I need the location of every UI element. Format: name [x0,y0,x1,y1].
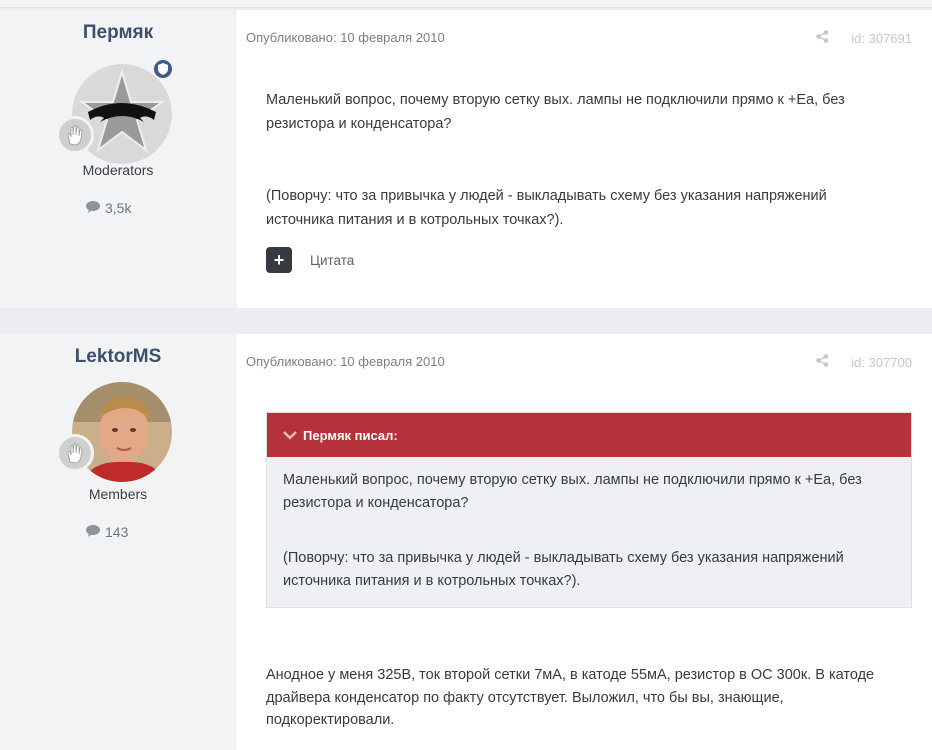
post-id[interactable]: id: 307691 [851,31,912,46]
quote-button[interactable]: Цитата [310,253,354,268]
avatar[interactable] [56,58,174,164]
post-count: 143 [86,524,128,540]
quote-header[interactable]: Пермяк писал: [267,413,911,457]
post-count: 3,5k [86,200,131,216]
blockquote: Пермяк писал: Маленький вопрос, почему в… [266,412,912,608]
avatar[interactable] [56,382,172,482]
page-top-divider [0,0,932,8]
hand-icon [56,434,94,472]
chevron-down-icon[interactable] [283,428,297,443]
post-meta-right: id: 307691 [816,30,912,46]
post-meta-right: id: 307700 [816,354,912,370]
forum-post: LektorMS Members 143 Опубликовано: 10 фе… [0,334,932,750]
post-count-value: 3,5k [105,200,132,216]
post-actions: + Цитата [266,247,354,273]
shield-icon [152,58,174,80]
comment-icon [86,200,100,216]
quote-paragraph: Маленький вопрос, почему вторую сетку вы… [283,472,862,511]
hand-icon [56,116,94,154]
author-panel: Пермяк Moderators 3,5k [0,10,236,308]
post-date[interactable]: Опубликовано: 10 февраля 2010 [246,354,445,369]
share-icon[interactable] [816,30,829,46]
author-name[interactable]: Пермяк [0,22,236,44]
post-date[interactable]: Опубликовано: 10 февраля 2010 [246,30,445,45]
post-paragraph: Анодное у меня 325В, ток второй сетки 7м… [266,667,875,728]
member-group: Members [88,486,148,502]
quote-body: Маленький вопрос, почему вторую сетку вы… [267,457,911,607]
post-content: Опубликовано: 10 февраля 2010 id: 307691… [236,10,932,308]
quote-paragraph: (Поворчу: что за привычка у людей - выкл… [283,550,844,589]
share-icon[interactable] [816,354,829,370]
post-id[interactable]: id: 307700 [851,355,912,370]
post-content: Опубликовано: 10 февраля 2010 id: 307700… [236,334,932,750]
quote-author: Пермяк писал: [303,427,398,443]
forum-post: Пермяк Moderators 3,5k Опубликовано: 10 … [0,10,932,308]
post-paragraph: Маленький вопрос, почему вторую сетку вы… [266,92,845,132]
post-count-value: 143 [105,524,129,540]
comment-icon [86,524,100,540]
post-paragraph: (Поворчу: что за привычка у людей - выкл… [266,188,827,228]
plus-icon[interactable]: + [266,247,292,273]
member-group: Moderators [82,162,154,178]
author-panel: LektorMS Members 143 [0,334,236,750]
author-name[interactable]: LektorMS [0,346,236,368]
